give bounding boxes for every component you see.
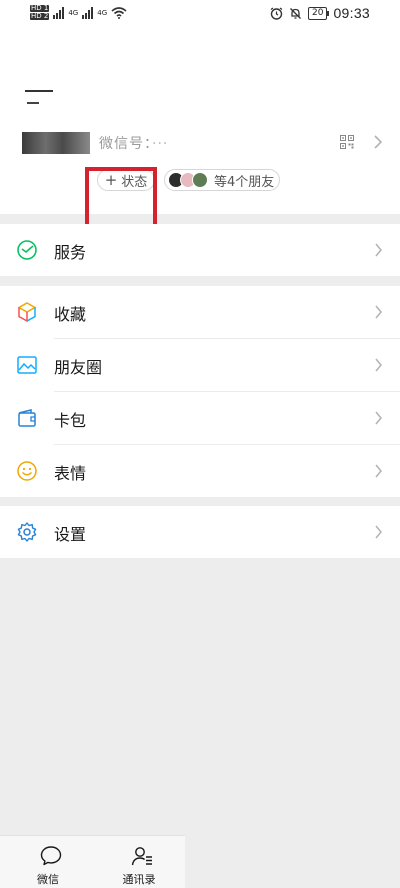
chevron-right-icon	[375, 464, 382, 478]
network-type-1: 4G	[68, 8, 79, 17]
favorites-cube-icon	[17, 302, 37, 323]
tab-chats[interactable]: 微信	[2, 836, 94, 888]
chevron-right-icon	[375, 525, 382, 539]
menu-item-moments[interactable]: 朋友圈	[0, 339, 400, 392]
menu-item-services[interactable]: 服务	[0, 224, 400, 277]
chevron-right-icon	[374, 135, 383, 149]
wechat-id-value: ···	[152, 136, 169, 152]
friend-avatars	[168, 172, 208, 188]
menu-label: 收藏	[54, 304, 87, 324]
menu-item-stickers[interactable]: 表情	[0, 445, 400, 498]
redacted-name-2	[27, 102, 39, 104]
network-indicators: HD 1 HD 2 4G 4G	[30, 5, 127, 20]
chevron-right-icon	[375, 305, 382, 319]
tab-contacts[interactable]: 通讯录	[93, 836, 185, 888]
menu-label: 服务	[54, 242, 87, 262]
bottom-tab-bar: 微信 通讯录	[0, 835, 185, 888]
moments-image-icon	[17, 356, 37, 374]
wechat-id-label: 微信号：	[99, 136, 152, 152]
wechat-id: 微信号：···	[99, 133, 168, 153]
hd2-badge: HD 2	[30, 12, 50, 20]
signal-2-icon	[82, 6, 94, 19]
hd1-badge: HD 1	[30, 4, 50, 12]
friend-avatar	[192, 172, 208, 188]
alarm-icon	[270, 6, 283, 20]
profile-header[interactable]: 微信号：··· + 状态 等4个朋友	[0, 28, 400, 239]
card-wallet-icon	[18, 409, 36, 427]
menu-item-favorites[interactable]: 收藏	[0, 286, 400, 339]
network-type-2: 4G	[97, 8, 108, 17]
services-section: 服务	[0, 224, 400, 276]
chevron-right-icon	[375, 243, 382, 257]
contacts-icon	[131, 847, 152, 866]
menu-label: 表情	[54, 463, 87, 483]
wechat-pay-icon	[17, 240, 37, 260]
menu-item-settings[interactable]: 设置	[0, 506, 400, 559]
smiley-icon	[17, 461, 37, 481]
wifi-icon	[111, 6, 127, 19]
chevron-right-icon	[375, 358, 382, 372]
menu-item-cards[interactable]: 卡包	[0, 392, 400, 445]
hd-badges: HD 1 HD 2	[30, 4, 50, 20]
menu-label: 设置	[54, 524, 87, 544]
clock: 09:33	[333, 5, 370, 21]
gear-icon	[17, 522, 37, 542]
tab-label: 通讯录	[122, 873, 156, 886]
qr-code-icon[interactable]	[340, 135, 354, 149]
menu-label: 卡包	[54, 410, 87, 430]
menu-label: 朋友圈	[54, 357, 103, 377]
status-bar: HD 1 HD 2 4G 4G 20 09:33	[0, 0, 400, 28]
battery-indicator: 20	[308, 6, 330, 20]
friends-chip-label: 等4个朋友	[214, 174, 275, 190]
avatar[interactable]	[22, 132, 90, 154]
chat-bubble-icon	[40, 846, 62, 866]
system-indicators: 20 09:33	[270, 5, 370, 21]
friends-status-chip[interactable]: 等4个朋友	[164, 169, 280, 191]
redacted-name	[25, 90, 53, 92]
settings-section: 设置	[0, 506, 400, 558]
tab-label: 微信	[37, 873, 59, 886]
chevron-right-icon	[375, 411, 382, 425]
main-menu-section: 收藏 朋友圈 卡包 表情	[0, 286, 400, 497]
signal-1-icon	[53, 6, 65, 19]
mute-bell-icon	[290, 7, 301, 19]
